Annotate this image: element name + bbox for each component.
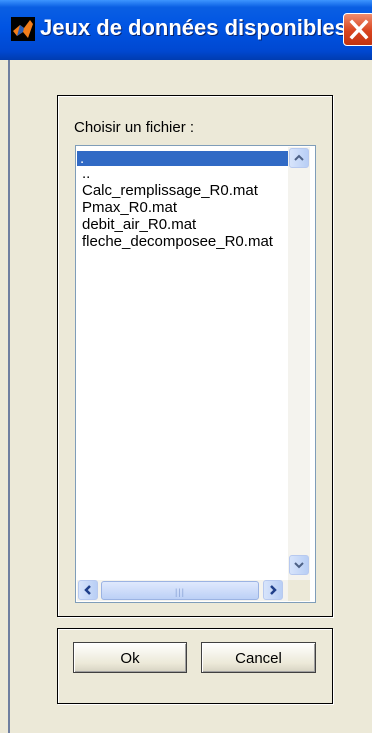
horizontal-scrollbar[interactable]: ||| [77, 580, 288, 601]
chevron-down-icon [294, 562, 304, 569]
list-item[interactable]: . [77, 151, 291, 167]
window-title: Jeux de données disponibles [40, 15, 347, 40]
scroll-right-button[interactable] [263, 580, 283, 600]
scroll-left-button[interactable] [78, 580, 98, 600]
vertical-scrollbar[interactable] [288, 147, 310, 580]
list-item[interactable]: .. [79, 166, 90, 182]
list-item[interactable]: fleche_decomposee_R0.mat [79, 234, 273, 250]
chevron-left-icon [84, 585, 91, 595]
dialog-window: Jeux de données disponibles Choisir un f… [0, 0, 372, 733]
grip-icon: ||| [175, 587, 186, 597]
scroll-down-button[interactable] [289, 555, 309, 575]
list-item[interactable]: Pmax_R0.mat [79, 200, 177, 216]
chevron-right-icon [270, 585, 277, 595]
matlab-icon [11, 17, 35, 41]
scrollbar-corner [288, 580, 310, 601]
cancel-button[interactable]: Cancel [201, 642, 316, 673]
list-item[interactable]: debit_air_R0.mat [79, 217, 196, 233]
file-listbox[interactable]: . .. Calc_remplissage_R0.mat Pmax_R0.mat… [75, 145, 316, 603]
close-icon [349, 19, 369, 40]
scroll-thumb[interactable]: ||| [101, 581, 259, 600]
title-bar[interactable]: Jeux de données disponibles [0, 0, 372, 60]
list-item[interactable]: Calc_remplissage_R0.mat [79, 183, 258, 199]
scroll-up-button[interactable] [289, 148, 309, 168]
ok-button[interactable]: Ok [73, 642, 187, 673]
close-button[interactable] [343, 13, 372, 46]
file-prompt-label: Choisir un fichier : [74, 119, 195, 136]
chevron-up-icon [294, 154, 304, 161]
